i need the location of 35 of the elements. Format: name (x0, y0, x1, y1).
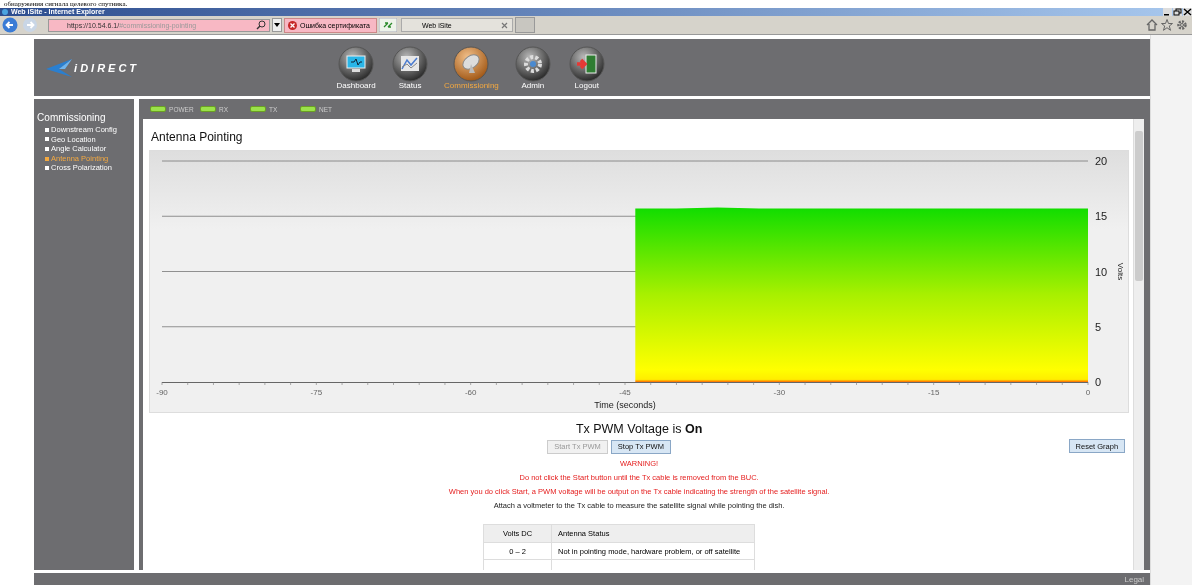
back-icon[interactable] (2, 17, 20, 33)
settings-icon[interactable] (1176, 19, 1188, 31)
dropdown-button[interactable] (272, 18, 282, 32)
y-tick-label: 0 (1095, 376, 1102, 388)
refresh-icon[interactable] (378, 18, 397, 32)
x-axis-title: Time (seconds) (594, 400, 656, 410)
y-tick-label: 10 (1095, 265, 1108, 278)
y-axis-title: Volts (1116, 262, 1126, 281)
x-tick-label: -30 (773, 388, 786, 397)
page-title: Antenna Pointing (151, 130, 244, 144)
logo-text: iDIRECT (74, 61, 140, 74)
caret-icon (274, 23, 280, 27)
restore-icon[interactable] (1173, 8, 1182, 16)
logo-icon (46, 58, 73, 77)
page-scrollbar[interactable] (1150, 35, 1192, 585)
minimize-icon[interactable] (1163, 8, 1172, 16)
y-tick-label: 5 (1095, 320, 1102, 333)
voltage-status: Tx PWM Voltage is On (574, 422, 704, 436)
star-icon[interactable] (1161, 19, 1173, 31)
y-tick-label: 20 (1095, 155, 1108, 167)
x-tick-label: -45 (619, 388, 631, 397)
x-tick-label: -90 (156, 388, 168, 397)
x-tick-label: -75 (310, 388, 323, 397)
browser-icon (2, 9, 8, 15)
scrollbar[interactable] (1133, 119, 1145, 570)
error-icon (288, 20, 297, 30)
x-tick-label: 0 (1085, 388, 1091, 397)
x-tick-label: -60 (465, 388, 477, 397)
search-icon[interactable] (256, 20, 266, 30)
sidebar-title: Commissioning (37, 112, 107, 123)
y-tick-label: 15 (1095, 210, 1108, 223)
x-tick-label: -15 (928, 388, 940, 397)
legal-link[interactable]: Legal (1124, 574, 1145, 584)
close-icon[interactable] (1183, 8, 1192, 16)
home-icon[interactable] (1146, 19, 1158, 31)
